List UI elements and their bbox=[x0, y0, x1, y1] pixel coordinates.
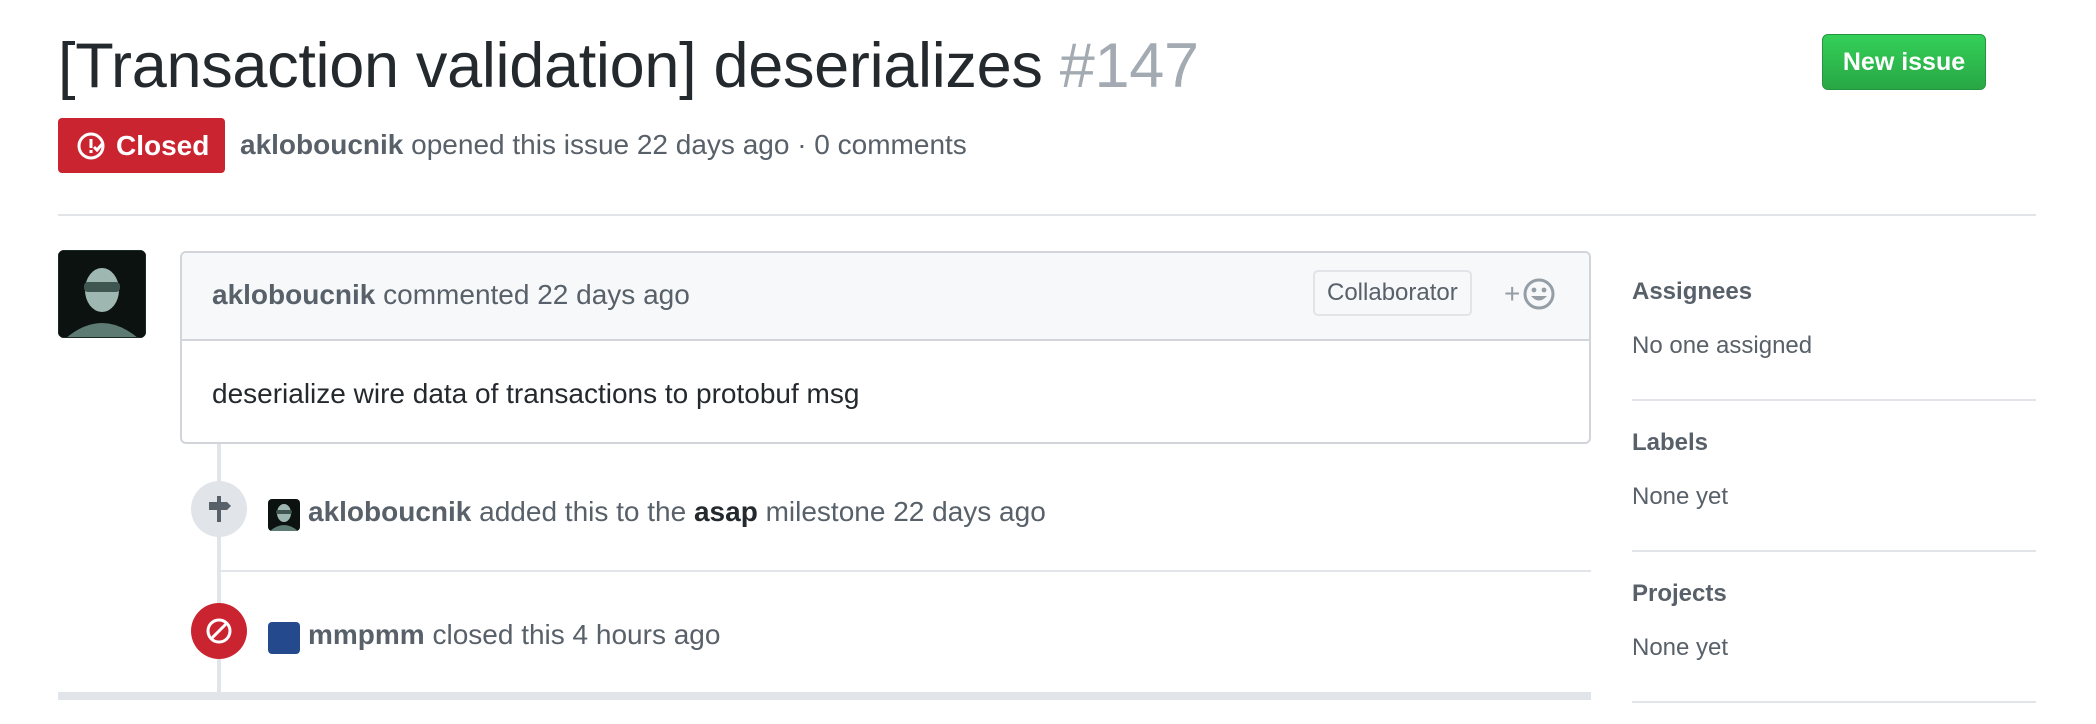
event-actor-link[interactable]: akloboucnik bbox=[308, 496, 471, 527]
reaction-plus: + bbox=[1504, 278, 1521, 309]
sidebar-value: No one assigned bbox=[1632, 332, 1813, 359]
circle-slash-icon bbox=[206, 618, 232, 644]
sidebar-labels[interactable]: Labels None yet bbox=[1632, 401, 2036, 552]
sidebar-value: None yet bbox=[1632, 634, 1729, 661]
add-reaction-button[interactable]: + bbox=[1504, 277, 1556, 311]
comment-author-link[interactable]: akloboucnik bbox=[212, 279, 375, 310]
sidebar-value: None yet bbox=[1632, 483, 1729, 510]
event-actor-avatar[interactable] bbox=[268, 622, 300, 654]
comment-action-text: commented 22 days ago bbox=[375, 279, 690, 310]
issue-state-label: Closed bbox=[116, 129, 210, 161]
issue-title: [Transaction validation] deserializes bbox=[58, 31, 1043, 101]
timeline-divider bbox=[220, 570, 1591, 572]
comment-body: deserialize wire data of transactions to… bbox=[212, 378, 860, 409]
comment-header: akloboucnik commented 22 days ago Collab… bbox=[182, 253, 1589, 341]
timeline-event-closed bbox=[191, 603, 247, 659]
milestone-link[interactable]: asap bbox=[694, 496, 758, 527]
smiley-icon bbox=[1523, 278, 1555, 310]
event-text-part: added this to the bbox=[471, 496, 694, 527]
issue-comment: akloboucnik commented 22 days ago Collab… bbox=[180, 251, 1591, 444]
issue-number: #147 bbox=[1059, 31, 1199, 101]
issue-opened-text: opened this issue 22 days ago · 0 commen… bbox=[403, 129, 967, 160]
event-text-part: closed this 4 hours ago bbox=[424, 619, 721, 650]
issue-title-row: [Transaction validation] deserializes #1… bbox=[58, 26, 1199, 106]
event-actor-link[interactable]: mmpmm bbox=[308, 619, 425, 650]
event-text-part: milestone 22 days ago bbox=[757, 496, 1046, 527]
collaborator-badge: Collaborator bbox=[1313, 270, 1472, 316]
milestone-event-text: akloboucnik added this to the asap miles… bbox=[308, 496, 1046, 528]
sidebar-heading: Labels bbox=[1632, 429, 1709, 456]
timeline-bottom-bar bbox=[58, 692, 1591, 700]
issue-meta: akloboucnik opened this issue 22 days ag… bbox=[240, 129, 967, 161]
timeline-event-milestone bbox=[191, 481, 247, 537]
issue-author-link[interactable]: akloboucnik bbox=[240, 129, 403, 160]
sidebar-heading: Projects bbox=[1632, 580, 1727, 607]
issue-closed-icon bbox=[77, 132, 105, 159]
sidebar-heading: Assignees bbox=[1632, 278, 1753, 305]
issue-state-badge: Closed bbox=[58, 118, 225, 173]
header-divider bbox=[58, 214, 2036, 216]
issue-sidebar: Assignees No one assigned Labels None ye… bbox=[1632, 250, 2036, 703]
milestone-icon bbox=[209, 496, 231, 522]
sidebar-assignees[interactable]: Assignees No one assigned bbox=[1632, 250, 2036, 401]
sidebar-projects[interactable]: Projects None yet bbox=[1632, 552, 2036, 703]
event-actor-avatar[interactable] bbox=[268, 499, 300, 531]
new-issue-button[interactable]: New issue bbox=[1822, 34, 1986, 90]
comment-meta: akloboucnik commented 22 days ago bbox=[212, 279, 690, 311]
comment-author-avatar[interactable] bbox=[58, 250, 146, 338]
closed-event-text: mmpmm closed this 4 hours ago bbox=[308, 619, 720, 651]
